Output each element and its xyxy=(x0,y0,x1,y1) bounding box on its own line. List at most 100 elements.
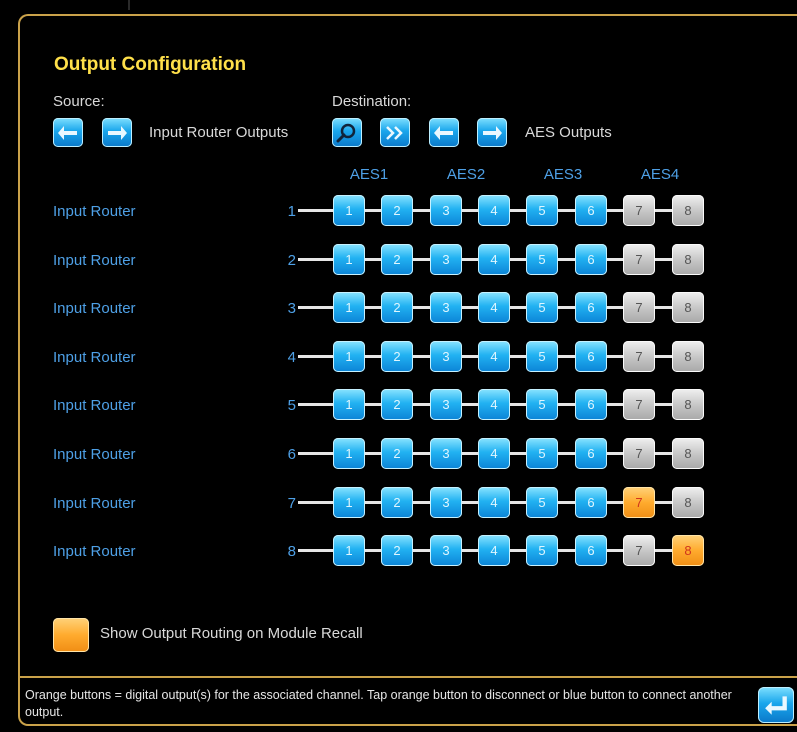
output-button-5[interactable]: 5 xyxy=(526,292,558,323)
source-prev-button[interactable] xyxy=(53,118,83,147)
destination-prev-button[interactable] xyxy=(429,118,459,147)
double-chevron-right-icon xyxy=(386,125,403,140)
output-button-3[interactable]: 3 xyxy=(430,438,462,469)
output-button-3[interactable]: 3 xyxy=(430,389,462,420)
output-button-2[interactable]: 2 xyxy=(381,487,413,518)
output-button-6[interactable]: 6 xyxy=(575,195,607,226)
output-button-7[interactable]: 7 xyxy=(623,341,655,372)
output-button-2[interactable]: 2 xyxy=(381,292,413,323)
output-button-8[interactable]: 8 xyxy=(672,438,704,469)
destination-label: Destination: xyxy=(332,93,412,110)
magnifier-icon xyxy=(336,123,356,142)
output-button-6[interactable]: 6 xyxy=(575,535,607,566)
row-label: Input Router xyxy=(53,349,136,366)
group-header-aes2: AES2 xyxy=(446,166,486,183)
enter-return-icon xyxy=(765,696,787,715)
row-number: 1 xyxy=(287,203,296,220)
output-button-6[interactable]: 6 xyxy=(575,244,607,275)
output-button-3[interactable]: 3 xyxy=(430,292,462,323)
arrow-left-icon xyxy=(58,125,77,140)
source-next-button[interactable] xyxy=(102,118,132,147)
output-button-1[interactable]: 1 xyxy=(333,487,365,518)
output-button-5[interactable]: 5 xyxy=(526,244,558,275)
output-button-5[interactable]: 5 xyxy=(526,341,558,372)
output-button-4[interactable]: 4 xyxy=(478,389,510,420)
output-button-3[interactable]: 3 xyxy=(430,244,462,275)
destination-fast-forward-button[interactable] xyxy=(380,118,410,147)
row-label: Input Router xyxy=(53,495,136,512)
row-number: 3 xyxy=(287,300,296,317)
output-button-2[interactable]: 2 xyxy=(381,195,413,226)
output-button-8[interactable]: 8 xyxy=(672,244,704,275)
row-number: 4 xyxy=(287,349,296,366)
output-button-7[interactable]: 7 xyxy=(623,487,655,518)
output-button-3[interactable]: 3 xyxy=(430,535,462,566)
output-button-8[interactable]: 8 xyxy=(672,195,704,226)
output-button-4[interactable]: 4 xyxy=(478,341,510,372)
output-button-4[interactable]: 4 xyxy=(478,244,510,275)
row-label: Input Router xyxy=(53,446,136,463)
output-button-1[interactable]: 1 xyxy=(333,341,365,372)
row-label: Input Router xyxy=(53,252,136,269)
output-button-1[interactable]: 1 xyxy=(333,535,365,566)
output-button-8[interactable]: 8 xyxy=(672,292,704,323)
output-button-6[interactable]: 6 xyxy=(575,292,607,323)
output-button-2[interactable]: 2 xyxy=(381,244,413,275)
output-button-7[interactable]: 7 xyxy=(623,244,655,275)
output-button-8[interactable]: 8 xyxy=(672,487,704,518)
top-bar xyxy=(0,0,797,8)
output-button-4[interactable]: 4 xyxy=(478,292,510,323)
output-button-1[interactable]: 1 xyxy=(333,389,365,420)
arrow-right-icon xyxy=(483,125,502,140)
top-divider xyxy=(128,0,130,10)
output-button-5[interactable]: 5 xyxy=(526,487,558,518)
output-button-6[interactable]: 6 xyxy=(575,487,607,518)
output-button-4[interactable]: 4 xyxy=(478,487,510,518)
row-number: 6 xyxy=(287,446,296,463)
output-button-5[interactable]: 5 xyxy=(526,195,558,226)
output-button-6[interactable]: 6 xyxy=(575,389,607,420)
output-button-7[interactable]: 7 xyxy=(623,389,655,420)
row-number: 7 xyxy=(287,495,296,512)
destination-search-button[interactable] xyxy=(332,118,362,147)
output-button-7[interactable]: 7 xyxy=(623,292,655,323)
row-number: 5 xyxy=(287,397,296,414)
output-button-3[interactable]: 3 xyxy=(430,341,462,372)
output-button-7[interactable]: 7 xyxy=(623,195,655,226)
footer-help-text: Orange buttons = digital output(s) for t… xyxy=(25,688,732,719)
output-button-4[interactable]: 4 xyxy=(478,535,510,566)
output-button-1[interactable]: 1 xyxy=(333,195,365,226)
output-button-5[interactable]: 5 xyxy=(526,389,558,420)
row-number: 8 xyxy=(287,543,296,560)
destination-value: AES Outputs xyxy=(525,124,612,141)
output-button-1[interactable]: 1 xyxy=(333,244,365,275)
enter-button[interactable] xyxy=(758,687,794,723)
output-button-3[interactable]: 3 xyxy=(430,195,462,226)
output-button-1[interactable]: 1 xyxy=(333,438,365,469)
group-header-aes3: AES3 xyxy=(543,166,583,183)
output-button-6[interactable]: 6 xyxy=(575,438,607,469)
destination-next-button[interactable] xyxy=(477,118,507,147)
output-button-8[interactable]: 8 xyxy=(672,389,704,420)
row-label: Input Router xyxy=(53,203,136,220)
output-button-3[interactable]: 3 xyxy=(430,487,462,518)
row-number: 2 xyxy=(287,252,296,269)
output-button-8[interactable]: 8 xyxy=(672,535,704,566)
page-title: Output Configuration xyxy=(54,54,247,75)
arrow-right-icon xyxy=(108,125,127,140)
recall-label: Show Output Routing on Module Recall xyxy=(100,625,363,642)
output-button-4[interactable]: 4 xyxy=(478,438,510,469)
output-button-6[interactable]: 6 xyxy=(575,341,607,372)
output-button-2[interactable]: 2 xyxy=(381,389,413,420)
output-button-5[interactable]: 5 xyxy=(526,535,558,566)
output-button-7[interactable]: 7 xyxy=(623,438,655,469)
output-button-1[interactable]: 1 xyxy=(333,292,365,323)
output-button-8[interactable]: 8 xyxy=(672,341,704,372)
output-button-4[interactable]: 4 xyxy=(478,195,510,226)
recall-checkbox[interactable] xyxy=(53,618,89,652)
output-button-7[interactable]: 7 xyxy=(623,535,655,566)
output-button-2[interactable]: 2 xyxy=(381,438,413,469)
output-button-5[interactable]: 5 xyxy=(526,438,558,469)
output-button-2[interactable]: 2 xyxy=(381,535,413,566)
output-button-2[interactable]: 2 xyxy=(381,341,413,372)
